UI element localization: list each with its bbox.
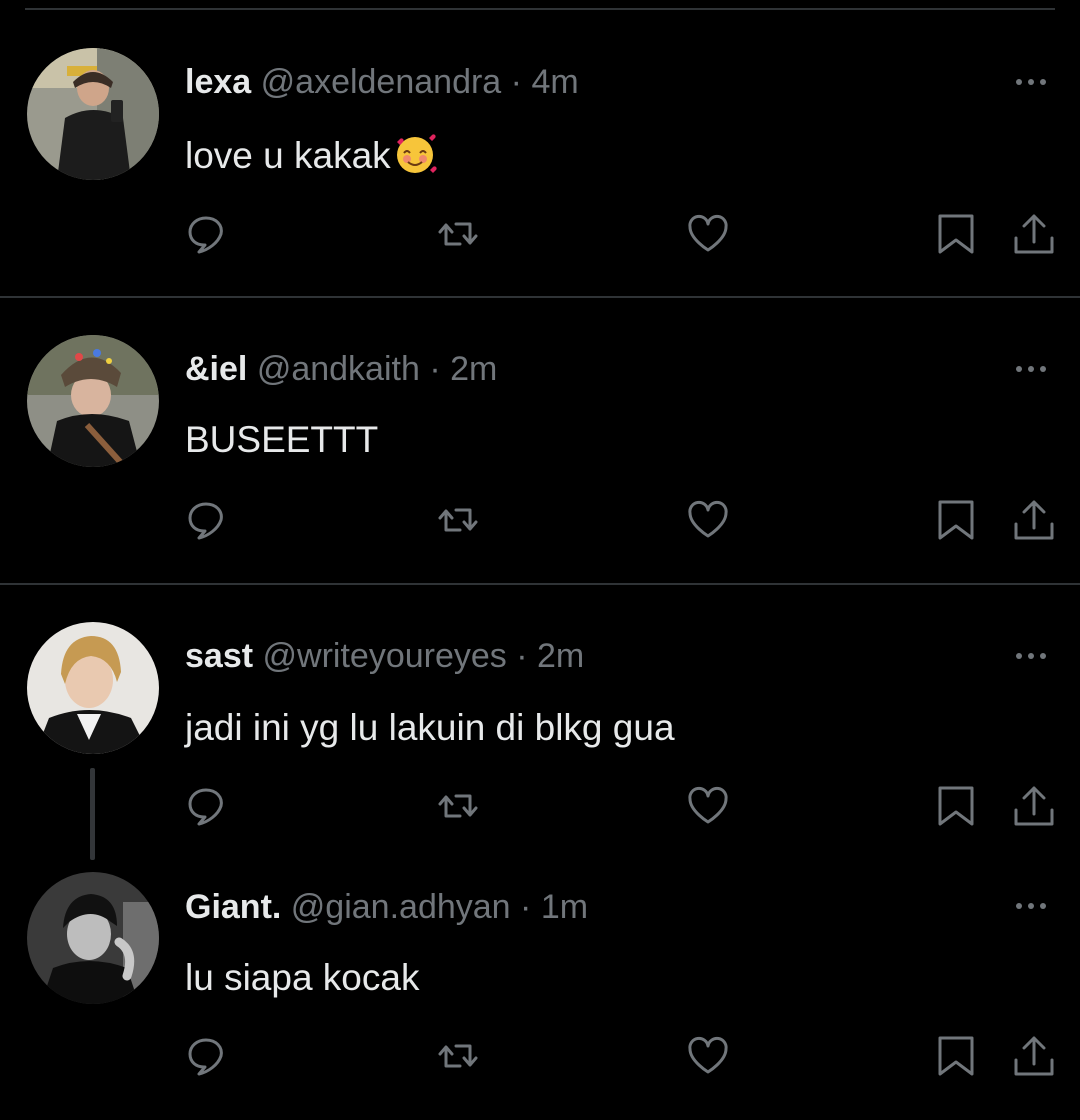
separator: · [520, 888, 532, 926]
more-icon[interactable] [1016, 76, 1056, 88]
avatar[interactable] [27, 622, 159, 754]
display-name[interactable]: sast [185, 637, 253, 675]
handle[interactable]: @writeyoureyes [263, 637, 507, 675]
separator: · [510, 63, 522, 101]
reply-icon[interactable] [182, 782, 230, 830]
share-icon[interactable] [1010, 782, 1058, 830]
separator: · [516, 637, 528, 675]
retweet-icon[interactable] [434, 782, 482, 830]
bookmark-icon[interactable] [932, 1032, 980, 1080]
tweet-header: sast @writeyoureyes · 2m [185, 636, 584, 676]
reply-icon[interactable] [182, 496, 230, 544]
tweet-actions [0, 1032, 1080, 1080]
avatar[interactable] [27, 335, 159, 467]
tweet-actions [0, 210, 1080, 258]
avatar[interactable] [27, 872, 159, 1004]
share-icon[interactable] [1010, 496, 1058, 544]
tweet-divider [0, 583, 1080, 585]
tweet-text-content: love u kakak [185, 135, 391, 176]
tweet-text: BUSEETTT [185, 419, 379, 460]
timestamp[interactable]: 4m [531, 63, 578, 101]
timestamp[interactable]: 1m [541, 888, 588, 926]
more-icon[interactable] [1016, 900, 1056, 912]
tweet-text: love u kakak [185, 132, 437, 178]
handle[interactable]: @axeldenandra [261, 63, 502, 101]
top-divider [25, 8, 1055, 10]
avatar[interactable] [27, 48, 159, 180]
tweet-header: Giant. @gian.adhyan · 1m [185, 887, 588, 927]
handle[interactable]: @gian.adhyan [291, 888, 511, 926]
smiling-face-with-hearts-icon [396, 134, 437, 173]
reply-icon[interactable] [182, 1032, 230, 1080]
tweet-text: jadi ini yg lu lakuin di blkg gua [185, 707, 675, 748]
tweet-divider [0, 296, 1080, 298]
handle[interactable]: @andkaith [257, 350, 420, 388]
heart-icon[interactable] [684, 210, 732, 258]
bookmark-icon[interactable] [932, 496, 980, 544]
tweet-actions [0, 782, 1080, 830]
retweet-icon[interactable] [434, 496, 482, 544]
share-icon[interactable] [1010, 210, 1058, 258]
heart-icon[interactable] [684, 1032, 732, 1080]
tweet-text: lu siapa kocak [185, 957, 420, 998]
timestamp[interactable]: 2m [450, 350, 497, 388]
timestamp[interactable]: 2m [537, 637, 584, 675]
display-name[interactable]: lexa [185, 63, 251, 101]
bookmark-icon[interactable] [932, 782, 980, 830]
separator: · [429, 350, 441, 388]
more-icon[interactable] [1016, 363, 1056, 375]
tweet-header: &iel @andkaith · 2m [185, 349, 497, 389]
retweet-icon[interactable] [434, 210, 482, 258]
heart-icon[interactable] [684, 782, 732, 830]
thread-connector [90, 768, 95, 860]
heart-icon[interactable] [684, 496, 732, 544]
bookmark-icon[interactable] [932, 210, 980, 258]
tweet-actions [0, 496, 1080, 544]
reply-icon[interactable] [182, 210, 230, 258]
retweet-icon[interactable] [434, 1032, 482, 1080]
share-icon[interactable] [1010, 1032, 1058, 1080]
more-icon[interactable] [1016, 650, 1056, 662]
display-name[interactable]: Giant. [185, 888, 281, 926]
display-name[interactable]: &iel [185, 350, 247, 388]
tweet-header: lexa @axeldenandra · 4m [185, 62, 579, 102]
